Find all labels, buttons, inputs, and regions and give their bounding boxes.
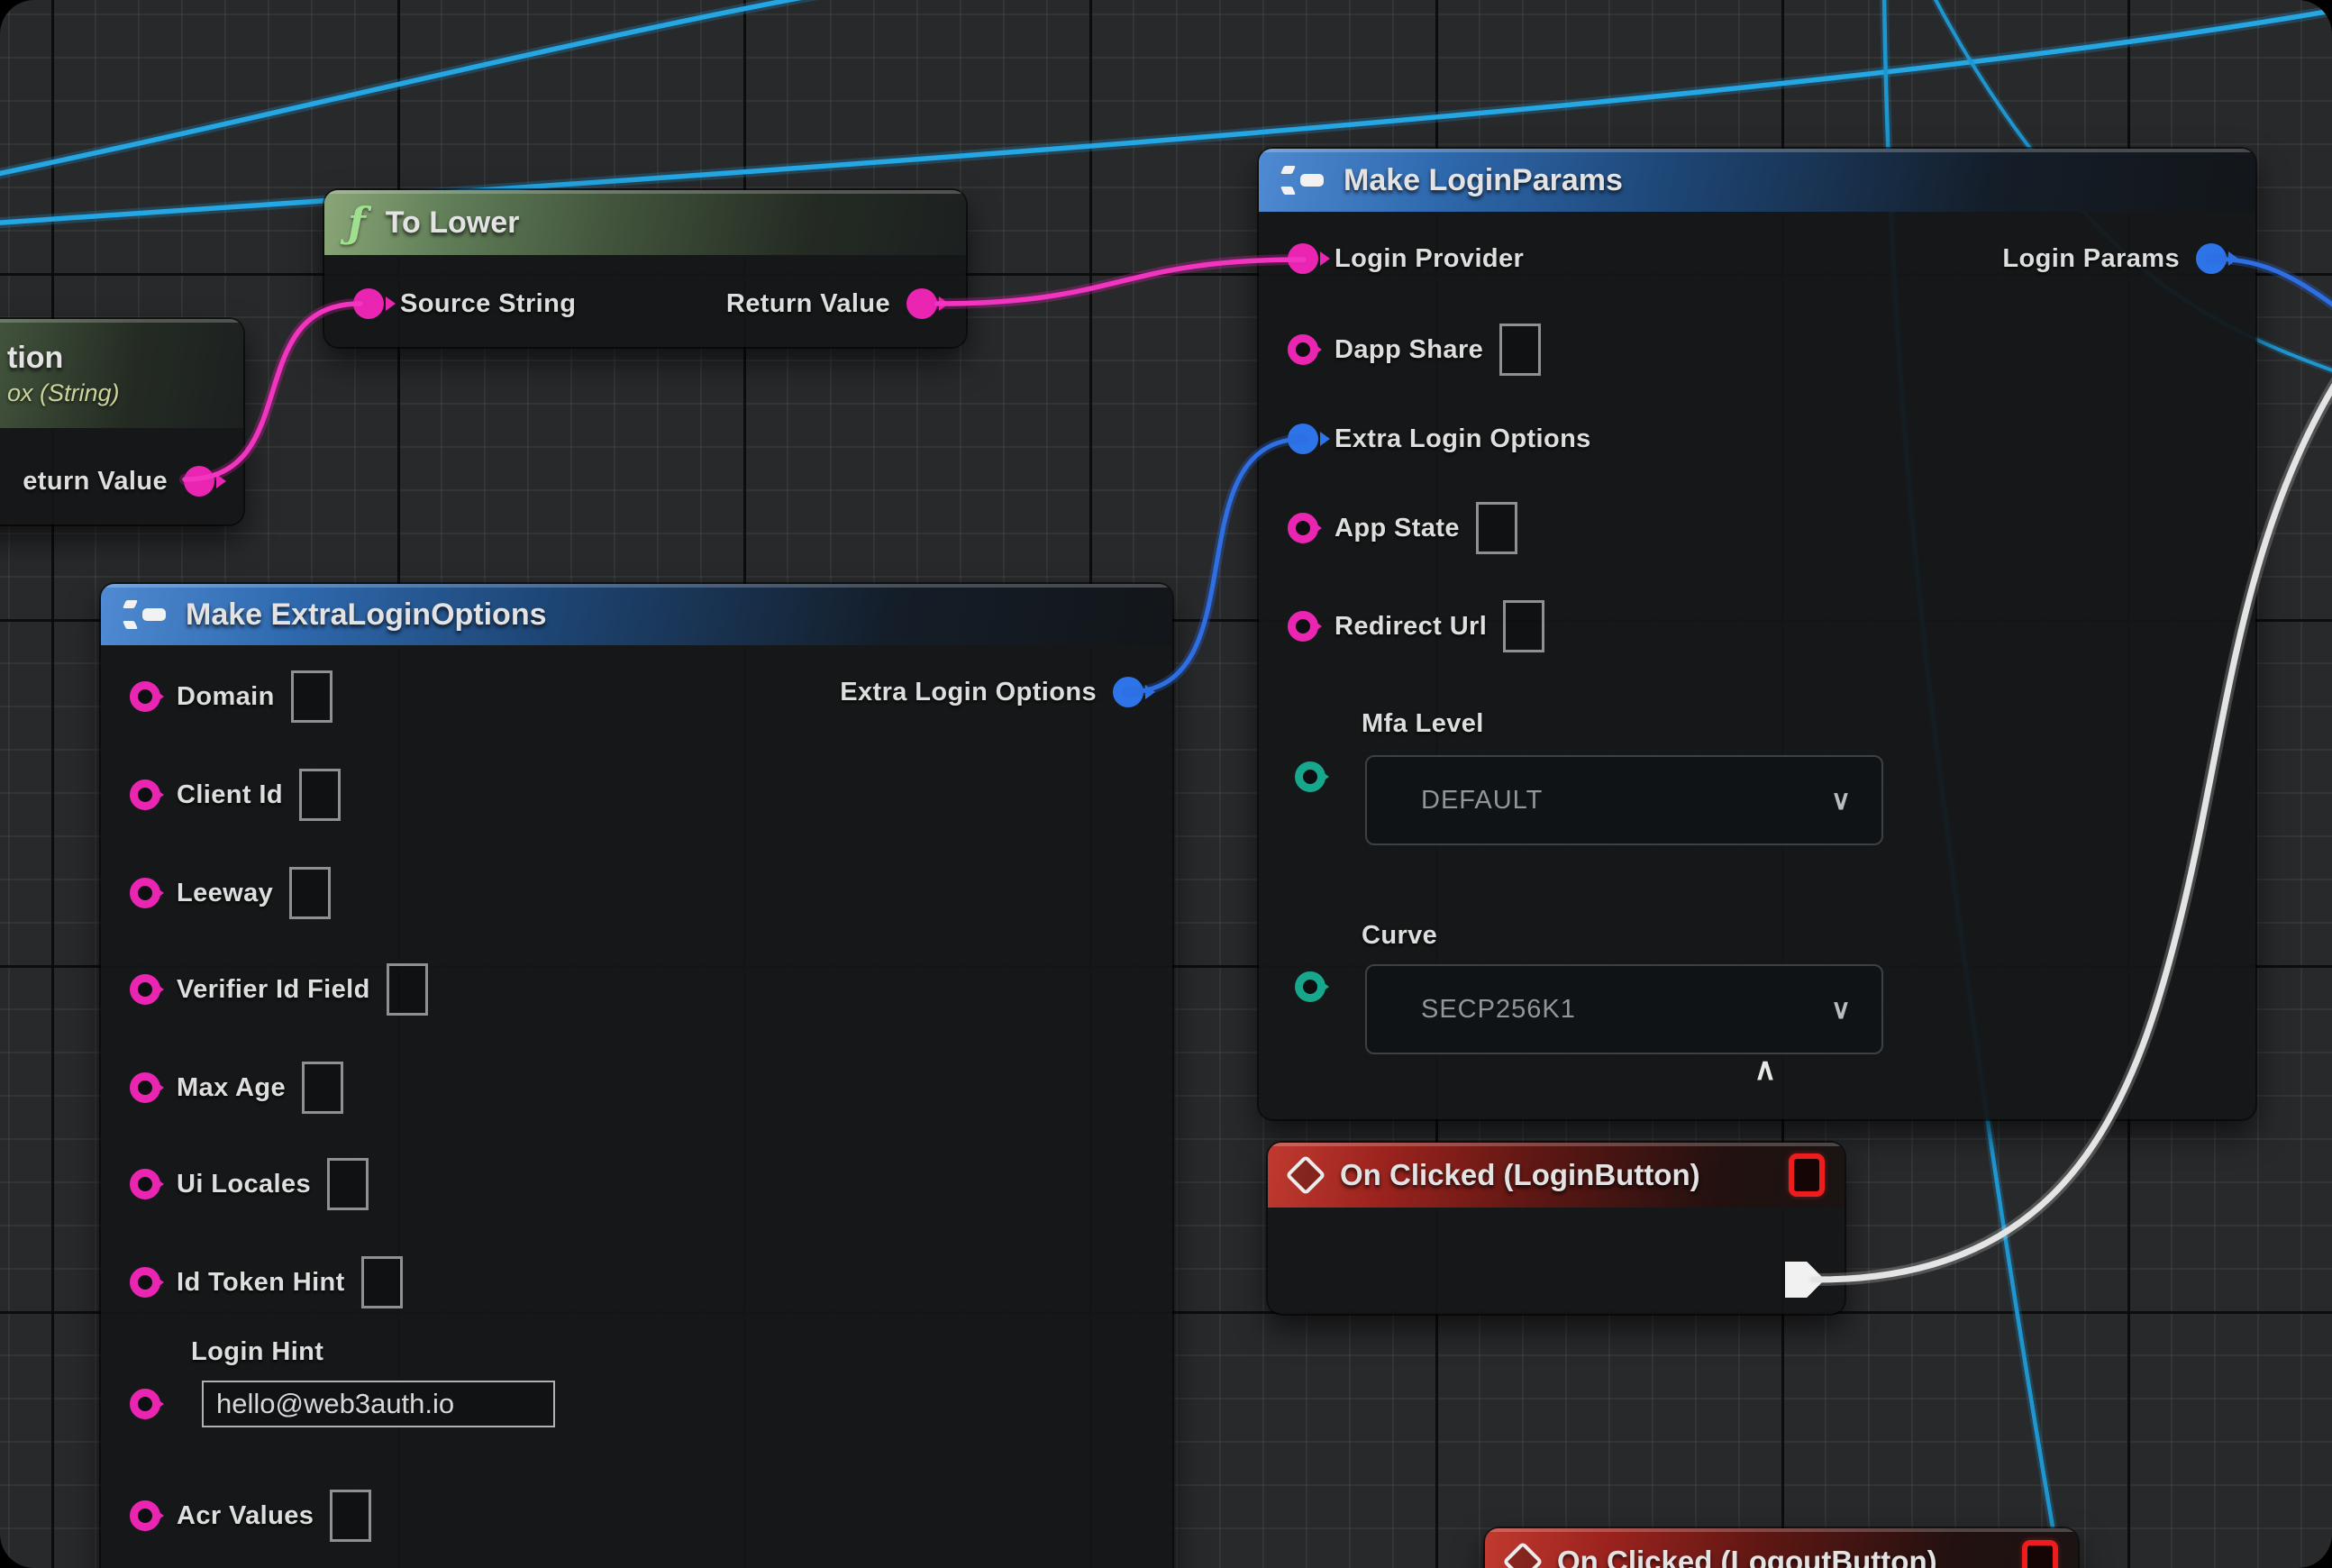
chevron-down-icon: ∨ bbox=[1831, 994, 1851, 1026]
delegate-square-icon[interactable] bbox=[2022, 1540, 2058, 1568]
acr-values-checkbox[interactable] bbox=[330, 1490, 371, 1542]
pin-label: App State bbox=[1335, 514, 1460, 543]
pin-label: Login Provider bbox=[1335, 244, 1524, 274]
leeway-checkbox[interactable] bbox=[289, 867, 331, 919]
wire-string-tolower-loginprovider bbox=[937, 260, 1304, 304]
pin-login-hint[interactable] bbox=[130, 1389, 160, 1419]
pin-label: Verifier Id Field bbox=[177, 975, 370, 1005]
login-hint-label: Login Hint bbox=[191, 1337, 323, 1367]
pin-return-value-partial[interactable] bbox=[184, 466, 214, 497]
pin-extra-login-options-in[interactable] bbox=[1288, 424, 1318, 454]
node-make-login-params[interactable]: Make LoginParams Login Provider Dapp Sha… bbox=[1259, 149, 2255, 1119]
node-title: Make ExtraLoginOptions bbox=[186, 597, 547, 633]
node-partial-header[interactable]: tion ox (String) bbox=[0, 319, 243, 428]
collapse-chevron-icon[interactable]: ∧ bbox=[1754, 1052, 1777, 1088]
node-title: On Clicked (LoginButton) bbox=[1340, 1158, 1700, 1192]
pin-label: Leeway bbox=[177, 879, 273, 908]
pin-app-state[interactable] bbox=[1288, 513, 1318, 543]
node-make-extra-login-options[interactable]: Make ExtraLoginOptions Domain Client Id … bbox=[101, 584, 1172, 1568]
node-header[interactable]: On Clicked (LoginButton) bbox=[1268, 1143, 1845, 1208]
pin-label: Id Token Hint bbox=[177, 1268, 345, 1298]
make-struct-icon bbox=[124, 597, 166, 633]
event-diamond-icon bbox=[1285, 1154, 1325, 1195]
pin-return-value[interactable] bbox=[906, 288, 937, 319]
node-on-clicked-logout-button[interactable]: On Clicked (LogoutButton) bbox=[1485, 1528, 2078, 1568]
node-partial-string[interactable]: tion ox (String) eturn Value bbox=[0, 319, 243, 524]
pin-domain[interactable] bbox=[130, 681, 160, 712]
pin-label: Acr Values bbox=[177, 1501, 314, 1531]
curve-dropdown[interactable]: SECP256K1 ∨ bbox=[1365, 964, 1883, 1054]
pin-label: Redirect Url bbox=[1335, 612, 1487, 642]
pin-label: eturn Value bbox=[23, 467, 168, 497]
max-age-checkbox[interactable] bbox=[302, 1062, 343, 1114]
pin-max-age[interactable] bbox=[130, 1072, 160, 1103]
pin-label: Source String bbox=[400, 289, 576, 319]
pin-extra-login-options-out[interactable] bbox=[1113, 677, 1143, 707]
mfa-level-value: DEFAULT bbox=[1421, 786, 1543, 816]
pin-client-id[interactable] bbox=[130, 779, 160, 810]
node-on-clicked-login-button[interactable]: On Clicked (LoginButton) bbox=[1268, 1143, 1845, 1314]
node-header[interactable]: Make ExtraLoginOptions bbox=[101, 584, 1172, 645]
pin-label: Return Value bbox=[726, 289, 890, 319]
node-to-lower-header[interactable]: ƒ To Lower bbox=[324, 190, 966, 255]
pure-function-icon: ƒ bbox=[348, 202, 366, 243]
curve-value: SECP256K1 bbox=[1421, 995, 1576, 1025]
node-title-fragment: tion bbox=[7, 341, 63, 376]
node-title: To Lower bbox=[386, 205, 520, 241]
pin-login-provider[interactable] bbox=[1288, 243, 1318, 274]
blueprint-canvas[interactable]: ƒ To Lower Source String Return Value ti… bbox=[0, 0, 2332, 1568]
wire-string-tolower-loginprovider-core bbox=[937, 260, 1304, 304]
pin-id-token-hint[interactable] bbox=[130, 1267, 160, 1298]
pin-label: Extra Login Options bbox=[840, 678, 1097, 707]
mfa-level-label: Mfa Level bbox=[1362, 709, 1484, 739]
wire-cyan-a-core bbox=[0, 0, 847, 176]
pin-leeway[interactable] bbox=[130, 878, 160, 908]
id-token-hint-checkbox[interactable] bbox=[361, 1256, 403, 1308]
wire-cyan-a bbox=[0, 0, 847, 176]
make-struct-icon bbox=[1282, 162, 1324, 198]
node-header[interactable]: Make LoginParams bbox=[1259, 149, 2255, 212]
event-diamond-icon bbox=[1502, 1541, 1543, 1568]
pin-label: Ui Locales bbox=[177, 1170, 311, 1199]
node-header[interactable]: On Clicked (LogoutButton) bbox=[1485, 1528, 2078, 1568]
pin-label: Extra Login Options bbox=[1335, 424, 1591, 454]
pin-verifier-id-field[interactable] bbox=[130, 974, 160, 1005]
redirect-url-checkbox[interactable] bbox=[1503, 600, 1544, 652]
pin-login-params-out[interactable] bbox=[2196, 243, 2227, 274]
node-to-lower[interactable]: ƒ To Lower Source String Return Value bbox=[324, 190, 966, 347]
pin-mfa-level[interactable] bbox=[1295, 761, 1325, 792]
pin-dapp-share[interactable] bbox=[1288, 334, 1318, 365]
node-subtitle-fragment: ox (String) bbox=[7, 379, 120, 407]
login-hint-input[interactable] bbox=[202, 1381, 555, 1427]
pin-label: Max Age bbox=[177, 1073, 286, 1103]
verifier-id-checkbox[interactable] bbox=[387, 963, 428, 1016]
pin-ui-locales[interactable] bbox=[130, 1169, 160, 1199]
pin-source-string[interactable] bbox=[353, 288, 384, 319]
pin-label: Domain bbox=[177, 682, 275, 712]
pin-label: Client Id bbox=[177, 780, 283, 810]
node-title: On Clicked (LogoutButton) bbox=[1557, 1545, 1937, 1568]
domain-checkbox[interactable] bbox=[291, 670, 332, 723]
mfa-level-dropdown[interactable]: DEFAULT ∨ bbox=[1365, 755, 1883, 845]
node-title: Make LoginParams bbox=[1344, 163, 1623, 198]
dapp-share-checkbox[interactable] bbox=[1499, 324, 1541, 376]
pin-label: Dapp Share bbox=[1335, 335, 1483, 365]
delegate-square-icon[interactable] bbox=[1789, 1153, 1825, 1197]
pin-acr-values[interactable] bbox=[130, 1500, 160, 1531]
ui-locales-checkbox[interactable] bbox=[327, 1158, 369, 1210]
chevron-down-icon: ∨ bbox=[1831, 785, 1851, 816]
pin-redirect-url[interactable] bbox=[1288, 611, 1318, 642]
app-state-checkbox[interactable] bbox=[1476, 502, 1517, 554]
exec-output-pin[interactable] bbox=[1785, 1262, 1825, 1298]
client-id-checkbox[interactable] bbox=[299, 769, 341, 821]
pin-curve[interactable] bbox=[1295, 971, 1325, 1002]
pin-label: Login Params bbox=[2002, 244, 2180, 274]
curve-label: Curve bbox=[1362, 921, 1437, 951]
